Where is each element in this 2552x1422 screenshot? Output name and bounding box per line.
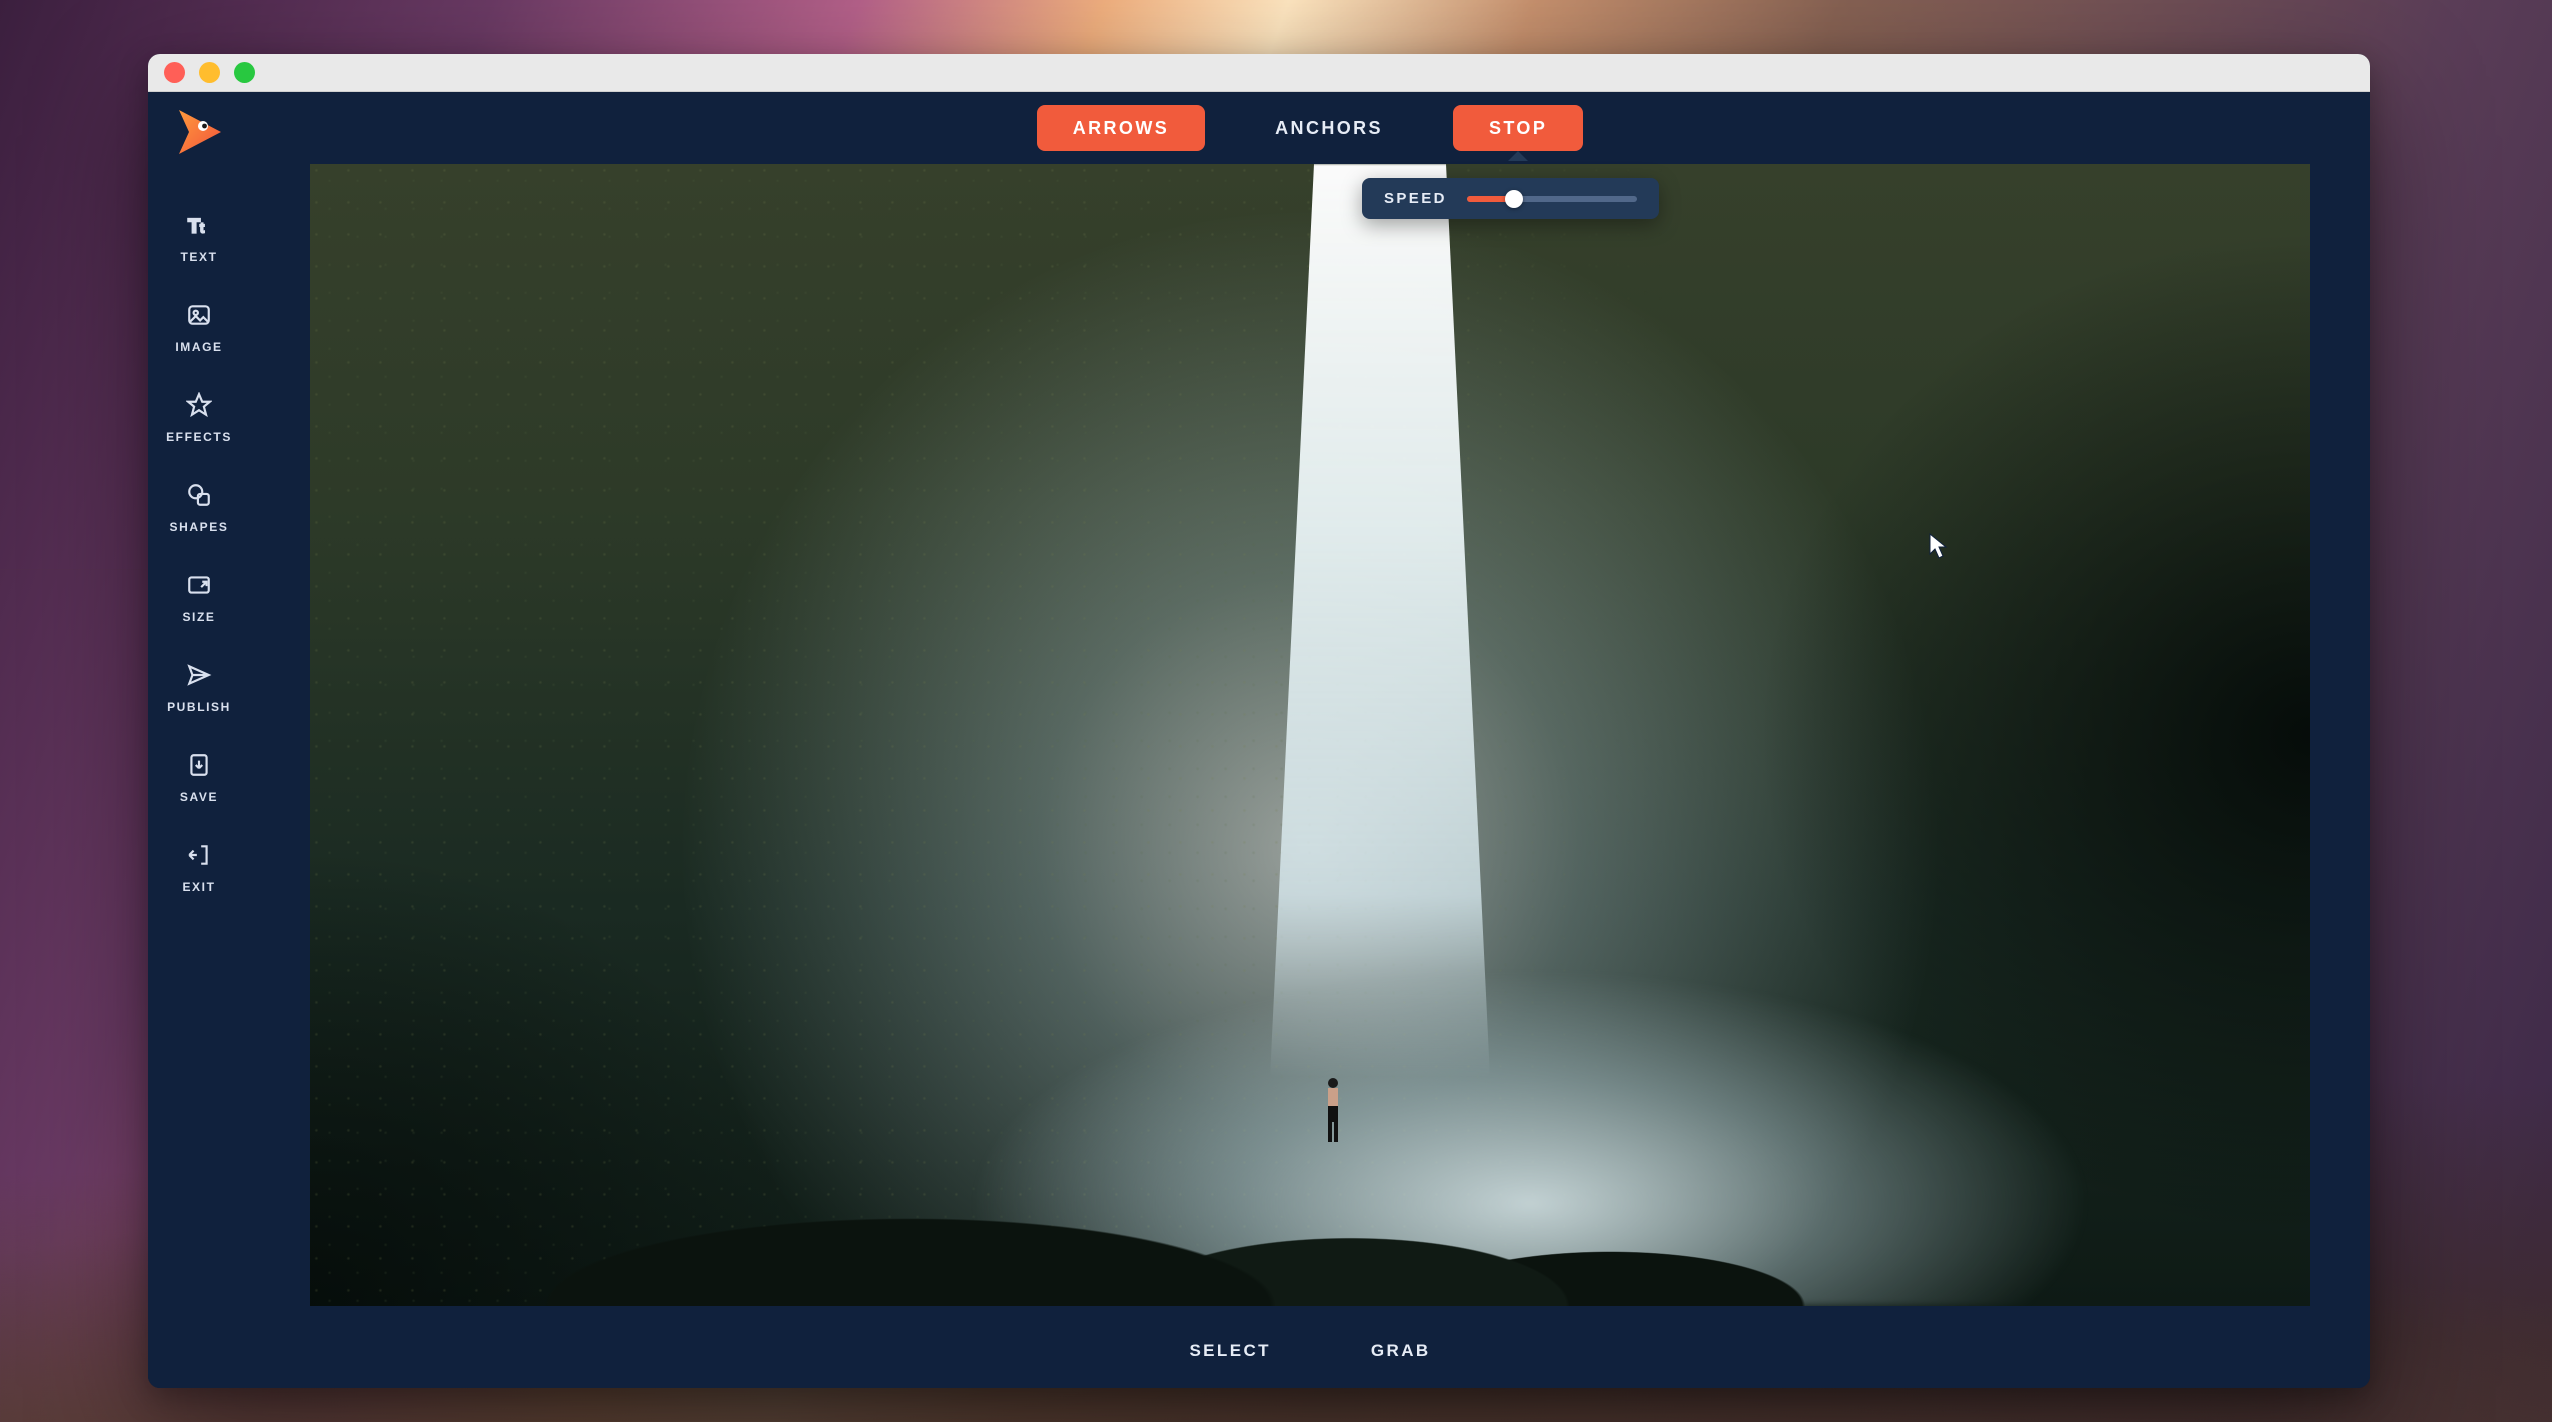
- grab-button[interactable]: GRAB: [1371, 1341, 1431, 1361]
- sidebar-item-save[interactable]: SAVE: [148, 734, 250, 824]
- canvas-image-rocks: [310, 986, 2310, 1306]
- exit-icon: [186, 842, 212, 873]
- window-close-button[interactable]: [164, 62, 185, 83]
- sidebar-item-exit[interactable]: EXIT: [148, 824, 250, 914]
- sidebar-item-label: EXIT: [182, 880, 215, 894]
- window-zoom-button[interactable]: [234, 62, 255, 83]
- main-area: ARROWS ANCHORS STOP SPEED: [250, 92, 2370, 1388]
- editor-canvas[interactable]: [310, 164, 2310, 1306]
- send-icon: [186, 662, 212, 693]
- stop-button[interactable]: STOP: [1453, 105, 1583, 151]
- shapes-icon: [186, 482, 212, 513]
- resize-icon: [186, 572, 212, 603]
- slider-thumb[interactable]: [1505, 190, 1523, 208]
- sidebar-item-label: SAVE: [180, 790, 218, 804]
- app-body: T t TEXT IMAGE: [148, 92, 2370, 1388]
- speed-popover: SPEED: [1362, 178, 1659, 219]
- anchors-button[interactable]: ANCHORS: [1239, 105, 1419, 151]
- image-icon: [186, 302, 212, 333]
- svg-text:T: T: [188, 216, 200, 238]
- sidebar-item-shapes[interactable]: SHAPES: [148, 464, 250, 554]
- select-button[interactable]: SELECT: [1189, 1341, 1270, 1361]
- app-logo[interactable]: [173, 106, 225, 158]
- sidebar-item-text[interactable]: T t TEXT: [148, 194, 250, 284]
- sidebar-item-label: IMAGE: [175, 340, 222, 354]
- download-icon: [186, 752, 212, 783]
- sidebar-item-label: SIZE: [182, 610, 215, 624]
- sidebar-item-publish[interactable]: PUBLISH: [148, 644, 250, 734]
- bottom-toolbar: SELECT GRAB: [250, 1314, 2370, 1388]
- speed-slider[interactable]: [1467, 196, 1637, 202]
- canvas-area: SPEED: [250, 164, 2370, 1314]
- sidebar-item-size[interactable]: SIZE: [148, 554, 250, 644]
- svg-text:t: t: [200, 220, 204, 236]
- speed-label: SPEED: [1384, 190, 1447, 207]
- sidebar-item-label: SHAPES: [170, 520, 229, 534]
- app-window: T t TEXT IMAGE: [148, 54, 2370, 1388]
- arrows-button[interactable]: ARROWS: [1037, 105, 1205, 151]
- cursor-icon: [1928, 532, 1950, 565]
- window-minimize-button[interactable]: [199, 62, 220, 83]
- sidebar-item-effects[interactable]: EFFECTS: [148, 374, 250, 464]
- sidebar: T t TEXT IMAGE: [148, 92, 250, 1388]
- sidebar-item-image[interactable]: IMAGE: [148, 284, 250, 374]
- window-titlebar: [148, 54, 2370, 92]
- canvas-image-waterfall: [1270, 164, 1490, 1078]
- star-icon: [186, 392, 212, 423]
- canvas-image-person: [1320, 1076, 1346, 1146]
- top-toolbar: ARROWS ANCHORS STOP: [250, 92, 2370, 164]
- sidebar-item-label: TEXT: [180, 250, 217, 264]
- sidebar-item-label: PUBLISH: [167, 700, 231, 714]
- text-icon: T t: [186, 212, 212, 243]
- sidebar-item-label: EFFECTS: [166, 430, 232, 444]
